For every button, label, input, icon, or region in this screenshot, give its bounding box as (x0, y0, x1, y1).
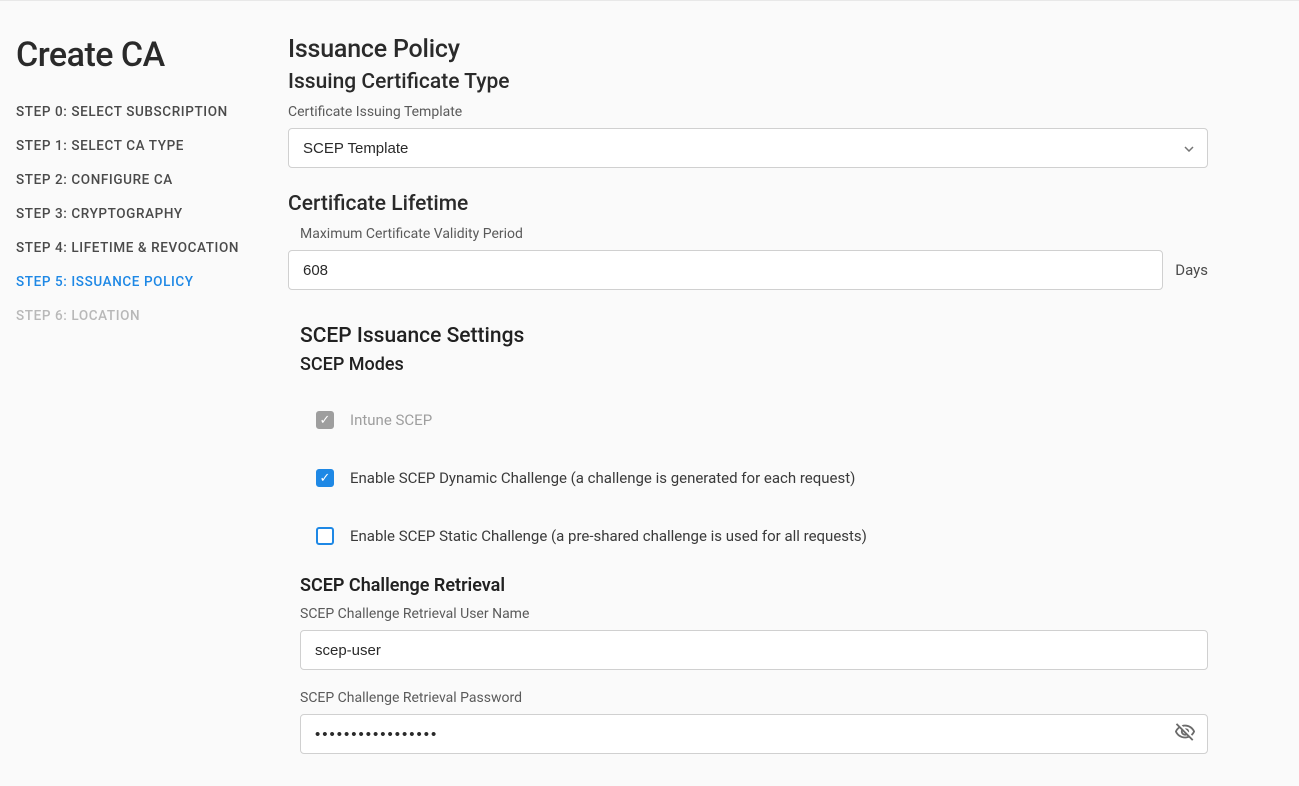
wizard-sidebar: Create CA STEP 0: SELECT SUBSCRIPTION ST… (0, 11, 288, 786)
validity-field-label: Maximum Certificate Validity Period (288, 226, 1208, 242)
checkbox-static-label: Enable SCEP Static Challenge (a pre-shar… (350, 527, 867, 545)
step-3[interactable]: STEP 3: CRYPTOGRAPHY (16, 197, 272, 231)
step-1[interactable]: STEP 1: SELECT CA TYPE (16, 129, 272, 163)
cert-lifetime-title: Certificate Lifetime (288, 192, 1208, 216)
scep-mode-dynamic[interactable]: ✓ Enable SCEP Dynamic Challenge (a chall… (288, 455, 1208, 501)
issuing-type-title: Issuing Certificate Type (288, 70, 1208, 94)
checkbox-intune: ✓ (316, 411, 334, 429)
step-6: STEP 6: LOCATION (16, 299, 272, 333)
main-content: Issuance Policy Issuing Certificate Type… (288, 11, 1248, 786)
checkbox-static[interactable] (316, 527, 334, 545)
step-list: STEP 0: SELECT SUBSCRIPTION STEP 1: SELE… (16, 95, 272, 333)
scep-modes-title: SCEP Modes (288, 354, 1208, 375)
template-select-wrapper (288, 128, 1208, 168)
page-title: Create CA (16, 35, 272, 75)
scep-password-label: SCEP Challenge Retrieval Password (300, 690, 1208, 706)
scep-mode-static[interactable]: Enable SCEP Static Challenge (a pre-shar… (288, 513, 1208, 559)
scep-user-label: SCEP Challenge Retrieval User Name (300, 606, 1208, 622)
scep-settings-title: SCEP Issuance Settings (288, 324, 1208, 348)
step-2[interactable]: STEP 2: CONFIGURE CA (16, 163, 272, 197)
scep-user-input[interactable] (300, 630, 1208, 670)
template-field-label: Certificate Issuing Template (288, 104, 1208, 120)
check-icon: ✓ (320, 472, 331, 485)
scep-mode-intune: ✓ Intune SCEP (288, 397, 1208, 443)
template-select[interactable] (288, 128, 1208, 168)
scep-password-input[interactable] (300, 714, 1208, 754)
section-title: Issuance Policy (288, 35, 1208, 64)
visibility-off-icon[interactable] (1174, 721, 1196, 747)
step-0[interactable]: STEP 0: SELECT SUBSCRIPTION (16, 95, 272, 129)
checkbox-dynamic[interactable]: ✓ (316, 469, 334, 487)
step-4[interactable]: STEP 4: LIFETIME & REVOCATION (16, 231, 272, 265)
validity-unit: Days (1175, 261, 1208, 279)
scep-retrieval-title: SCEP Challenge Retrieval (288, 575, 1208, 596)
step-5[interactable]: STEP 5: ISSUANCE POLICY (16, 265, 272, 299)
check-icon: ✓ (320, 414, 331, 427)
validity-input[interactable] (288, 250, 1163, 290)
checkbox-intune-label: Intune SCEP (350, 411, 432, 429)
checkbox-dynamic-label: Enable SCEP Dynamic Challenge (a challen… (350, 469, 855, 487)
